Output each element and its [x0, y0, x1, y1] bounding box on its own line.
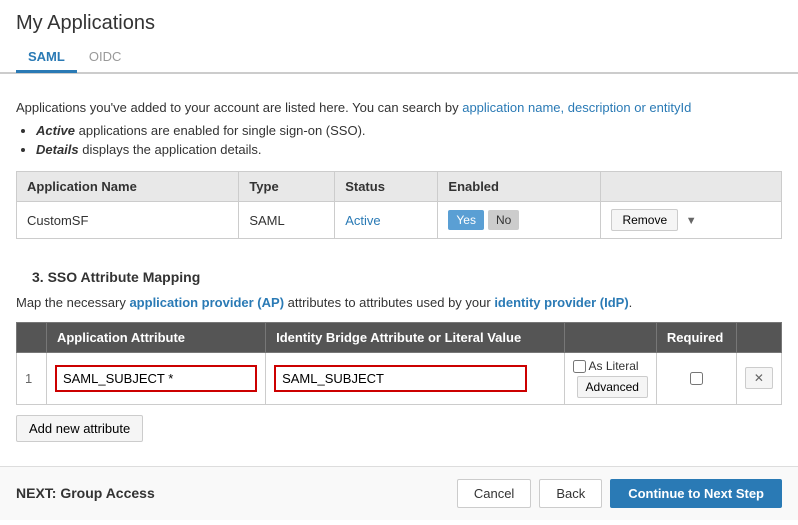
app-enabled-cell: Yes No	[438, 202, 601, 239]
app-table: Application Name Type Status Enabled Cus…	[16, 171, 782, 239]
col-num	[17, 323, 47, 353]
footer: NEXT: Group Access Cancel Back Continue …	[0, 466, 798, 520]
bullet-list: Active applications are enabled for sing…	[36, 123, 782, 157]
bullet-details: Details displays the application details…	[36, 142, 782, 157]
col-app-attr: Application Attribute	[46, 323, 265, 353]
identity-attr-input[interactable]	[274, 365, 527, 392]
app-type-cell: SAML	[239, 202, 335, 239]
table-row: CustomSF SAML Active Yes No Remove ▼	[17, 202, 782, 239]
add-attr-button[interactable]: Add new attribute	[16, 415, 143, 442]
as-literal-checkbox[interactable]	[573, 360, 586, 373]
tab-saml[interactable]: SAML	[16, 43, 77, 73]
page-title: My Applications	[16, 12, 782, 35]
continue-button[interactable]: Continue to Next Step	[610, 479, 782, 508]
toggle-container: Yes No	[448, 210, 523, 230]
toggle-yes-button[interactable]: Yes	[448, 210, 484, 230]
col-identity-attr: Identity Bridge Attribute or Literal Val…	[266, 323, 564, 353]
app-actions-cell: Remove ▼	[601, 202, 782, 239]
app-table-header-row: Application Name Type Status Enabled	[17, 172, 782, 202]
dropdown-arrow-icon[interactable]: ▼	[686, 215, 697, 227]
attr-delete-cell: ✕	[736, 353, 781, 405]
sso-title: 3. SSO Attribute Mapping	[16, 269, 782, 285]
toggle-no-button[interactable]: No	[488, 210, 519, 230]
col-required: Required	[656, 323, 736, 353]
delete-attr-button[interactable]: ✕	[745, 367, 773, 389]
page-header: My Applications	[0, 0, 798, 35]
bullet-active: Active applications are enabled for sing…	[36, 123, 782, 138]
col-literal	[564, 323, 656, 353]
col-type: Type	[239, 172, 335, 202]
attr-header-row: Application Attribute Identity Bridge At…	[17, 323, 782, 353]
next-label: NEXT: Group Access	[16, 485, 155, 501]
col-enabled: Enabled	[438, 172, 601, 202]
sso-description: Map the necessary application provider (…	[16, 295, 782, 310]
remove-button[interactable]: Remove	[611, 209, 678, 231]
info-text: Applications you've added to your accoun…	[16, 100, 782, 115]
back-button[interactable]: Back	[539, 479, 602, 508]
cancel-button[interactable]: Cancel	[457, 479, 531, 508]
col-delete	[736, 323, 781, 353]
app-attr-input[interactable]	[55, 365, 257, 392]
col-app-name: Application Name	[17, 172, 239, 202]
attr-options-cell: As Literal Advanced	[564, 353, 656, 405]
attr-identity-attr-cell	[266, 353, 564, 405]
footer-buttons: Cancel Back Continue to Next Step	[457, 479, 782, 508]
app-status-cell: Active	[335, 202, 438, 239]
advanced-button[interactable]: Advanced	[577, 376, 648, 398]
attr-row: 1 As Literal Advanced	[17, 353, 782, 405]
ap-text: application provider (AP)	[129, 295, 284, 310]
status-active-text: Active	[345, 213, 380, 228]
col-status: Status	[335, 172, 438, 202]
attr-app-attr-cell	[46, 353, 265, 405]
required-checkbox[interactable]	[690, 372, 703, 385]
content-area: Applications you've added to your accoun…	[0, 86, 798, 269]
attr-required-cell	[656, 353, 736, 405]
col-actions	[601, 172, 782, 202]
attr-row-num: 1	[17, 353, 47, 405]
as-literal-label: As Literal	[573, 359, 639, 373]
info-highlight: application name, description or entityI…	[462, 100, 691, 115]
tab-oidc[interactable]: OIDC	[77, 43, 134, 73]
app-name-cell: CustomSF	[17, 202, 239, 239]
as-literal-text: As Literal	[589, 359, 639, 373]
sso-section: 3. SSO Attribute Mapping Map the necessa…	[0, 269, 798, 458]
tabs-container: SAML OIDC	[0, 43, 798, 73]
idp-text: identity provider (IdP)	[494, 295, 628, 310]
attr-table: Application Attribute Identity Bridge At…	[16, 322, 782, 405]
